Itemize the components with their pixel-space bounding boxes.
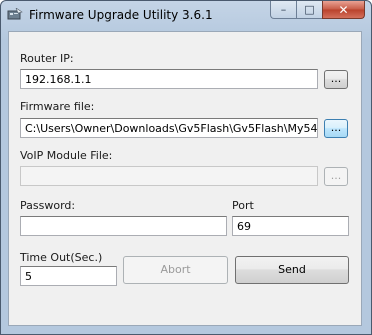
router-ip-input[interactable]: 192.168.1.1 <box>20 69 318 89</box>
router-ip-browse-button[interactable]: ... <box>324 70 348 89</box>
maximize-icon: □ <box>304 3 315 16</box>
timeout-label: Time Out(Sec.) <box>20 251 103 264</box>
voip-module-file-label: VoIP Module File: <box>20 149 113 162</box>
port-label: Port <box>232 199 254 212</box>
flash-chip-icon <box>7 8 23 20</box>
password-input[interactable] <box>20 216 227 236</box>
maximize-button[interactable]: □ <box>296 1 322 19</box>
title-bar[interactable]: Firmware Upgrade Utility 3.6.1 – □ ✕ <box>1 1 371 31</box>
abort-button[interactable]: Abort <box>123 256 228 284</box>
minimize-button[interactable]: – <box>270 1 296 19</box>
close-button[interactable]: ✕ <box>322 1 365 19</box>
firmware-file-input[interactable]: C:\Users\Owner\Downloads\Gv5Flash\Gv5Fla… <box>20 118 318 138</box>
port-input[interactable]: 69 <box>232 216 349 236</box>
firmware-file-label: Firmware file: <box>20 100 95 113</box>
router-ip-label: Router IP: <box>20 52 74 65</box>
close-icon: ✕ <box>338 2 349 17</box>
voip-module-file-input[interactable] <box>20 166 318 186</box>
caption-buttons: – □ ✕ <box>270 1 365 20</box>
voip-module-file-browse-button[interactable]: ... <box>324 167 348 186</box>
firmware-file-browse-button[interactable]: ... <box>324 119 348 138</box>
window-title: Firmware Upgrade Utility 3.6.1 <box>29 8 213 22</box>
app-window: Firmware Upgrade Utility 3.6.1 – □ ✕ Rou… <box>0 0 372 335</box>
dialog-body: Router IP: 192.168.1.1 ... Firmware file… <box>8 31 362 326</box>
password-label: Password: <box>20 199 76 212</box>
send-button[interactable]: Send <box>235 256 349 284</box>
minimize-icon: – <box>280 3 287 16</box>
timeout-input[interactable]: 5 <box>20 266 117 286</box>
